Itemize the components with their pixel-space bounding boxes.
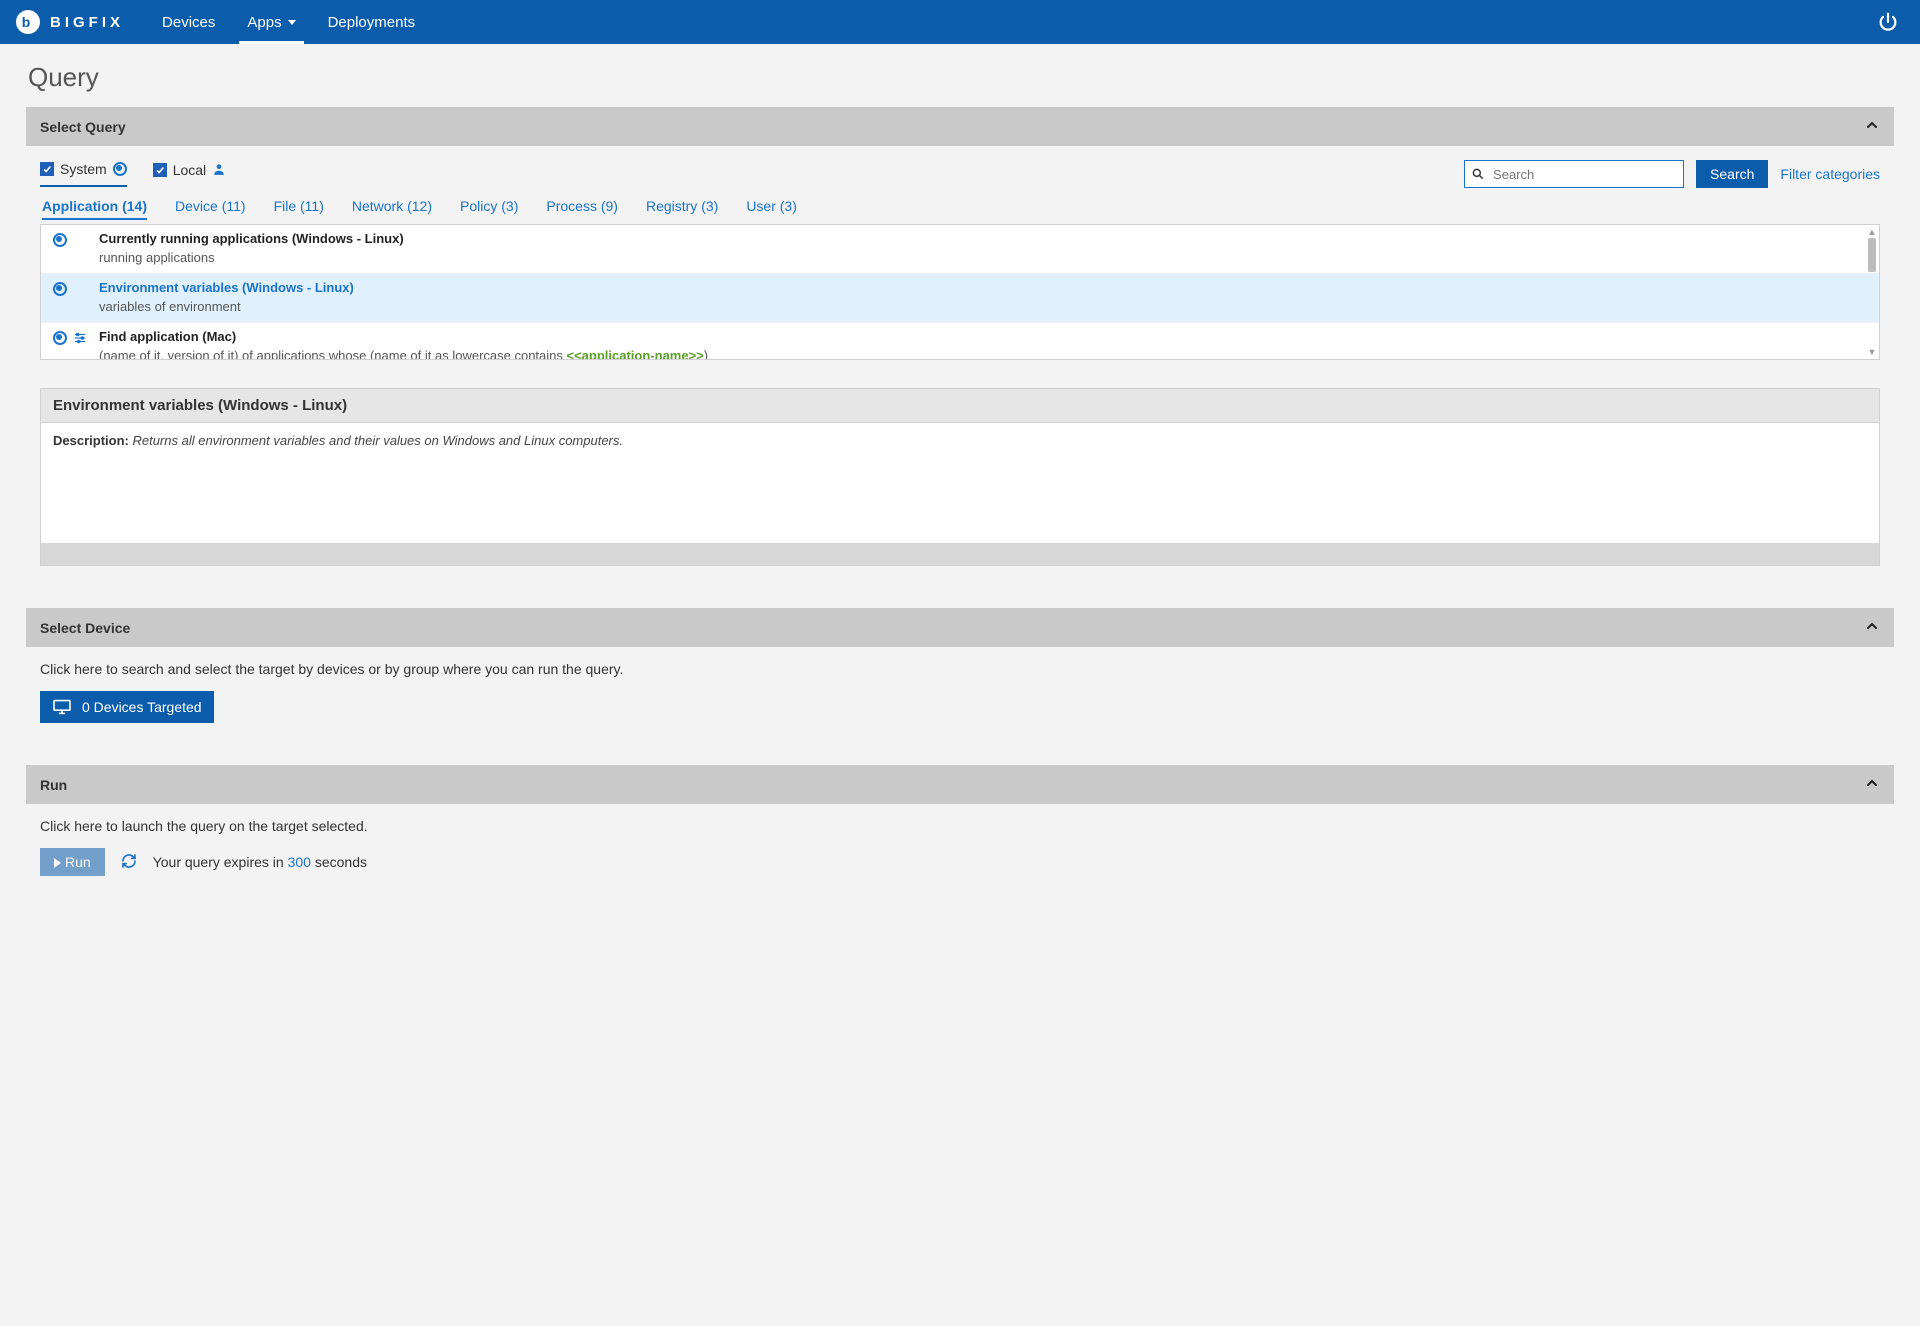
select-device-panel: Select Device Click here to search and s… [26,608,1894,741]
query-param-token: <<application-name>> [567,348,704,360]
scrollbar-thumb[interactable] [1868,238,1876,272]
tab-device[interactable]: Device (11) [175,194,246,220]
query-row-title: Find application (Mac) [99,329,708,344]
tab-registry[interactable]: Registry (3) [646,194,718,220]
category-tabs: Application (14) Device (11) File (11) N… [40,194,1880,224]
nav-deployments-label: Deployments [328,14,416,31]
search-icon [1465,167,1491,181]
search-input-wrap [1464,160,1684,188]
run-panel: Run Click here to launch the query on th… [26,765,1894,894]
brand-icon: b [16,10,40,34]
search-input[interactable] [1491,166,1683,183]
tab-application[interactable]: Application (14) [42,194,147,220]
chevron-up-icon [1864,117,1880,136]
query-row-title: Currently running applications (Windows … [99,231,404,246]
select-device-header[interactable]: Select Device [26,608,1894,647]
user-icon [212,162,226,179]
devices-targeted-button[interactable]: 0 Devices Targeted [40,691,214,723]
nav-deployments[interactable]: Deployments [312,0,432,44]
scope-checks: System Local [40,161,226,187]
brand-text: BIGFIX [50,14,124,31]
scope-system-label: System [60,161,107,177]
run-expires-text: Your query expires in 300 seconds [153,854,367,870]
scrollbar[interactable]: ▲ ▼ [1867,227,1877,357]
play-icon [54,858,61,868]
scroll-down-icon: ▼ [1867,347,1877,357]
query-detail-title: Environment variables (Windows - Linux) [41,389,1879,423]
select-query-header[interactable]: Select Query [26,107,1894,146]
run-expires-seconds: 300 [288,854,311,870]
nav-devices-label: Devices [162,14,215,31]
search-button[interactable]: Search [1696,160,1768,188]
power-icon [1877,11,1899,33]
select-query-panel: Select Query System [26,107,1894,584]
query-row-subtitle: (name of it, version of it) of applicati… [99,348,708,360]
select-device-hint: Click here to search and select the targ… [40,661,1880,677]
run-hint: Click here to launch the query on the ta… [40,818,1880,834]
scope-system[interactable]: System [40,161,127,187]
filter-categories-link[interactable]: Filter categories [1780,166,1880,182]
bigfix-icon [53,233,67,247]
query-row-subtitle: running applications [99,250,404,265]
query-row-title: Environment variables (Windows - Linux) [99,280,354,295]
query-row[interactable]: Currently running applications (Windows … [41,225,1879,274]
page-title: Query [28,62,1894,93]
checkbox-checked-icon [153,163,167,177]
select-device-header-label: Select Device [40,620,130,636]
chevron-up-icon [1864,618,1880,637]
tab-network[interactable]: Network (12) [352,194,432,220]
query-row[interactable]: Find application (Mac) (name of it, vers… [41,323,1879,360]
tab-policy[interactable]: Policy (3) [460,194,518,220]
bigfix-icon [53,282,67,296]
devices-targeted-label: 0 Devices Targeted [82,699,202,715]
description-value: Returns all environment variables and th… [132,433,623,448]
scope-local[interactable]: Local [153,161,226,187]
query-detail-footer [41,543,1879,565]
run-header-label: Run [40,777,67,793]
tab-file[interactable]: File (11) [274,194,324,220]
checkbox-checked-icon [40,162,54,176]
bigfix-icon [113,162,127,176]
scroll-up-icon: ▲ [1867,227,1877,237]
top-nav: b BIGFIX Devices Apps Deployments [0,0,1920,44]
sliders-icon [73,331,87,348]
query-row[interactable]: Environment variables (Windows - Linux) … [41,274,1879,323]
nav-devices[interactable]: Devices [146,0,231,44]
chevron-up-icon [1864,775,1880,794]
primary-nav: Devices Apps Deployments [146,0,431,44]
tab-process[interactable]: Process (9) [546,194,618,220]
run-button[interactable]: Run [40,848,105,876]
query-list: Currently running applications (Windows … [40,224,1880,360]
chevron-down-icon [288,20,296,25]
run-button-label: Run [65,854,91,870]
nav-apps-label: Apps [247,14,281,31]
scope-local-label: Local [173,162,206,178]
power-button[interactable] [1868,0,1908,44]
monitor-icon [52,699,72,715]
query-row-subtitle: variables of environment [99,299,354,314]
nav-apps[interactable]: Apps [231,0,311,44]
brand: b BIGFIX [16,0,124,44]
tab-user[interactable]: User (3) [746,194,797,220]
run-header[interactable]: Run [26,765,1894,804]
bigfix-icon [53,331,67,345]
query-detail: Environment variables (Windows - Linux) … [40,388,1880,566]
select-query-header-label: Select Query [40,119,126,135]
refresh-icon[interactable] [121,853,137,872]
description-label: Description: [53,433,129,448]
